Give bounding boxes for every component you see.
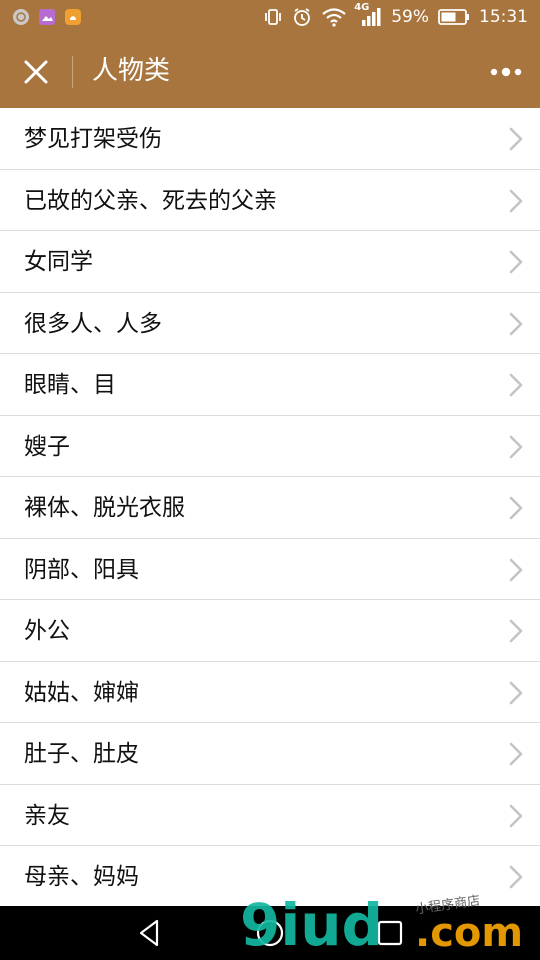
status-app-icons bbox=[12, 8, 82, 26]
list-item-label: 眼睛、目 bbox=[24, 372, 116, 398]
list-item[interactable]: 亲友 bbox=[0, 785, 540, 846]
list-item[interactable]: 嫂子 bbox=[0, 416, 540, 477]
list-item-label: 嫂子 bbox=[24, 433, 70, 460]
signal-indicator: 4G bbox=[354, 2, 382, 28]
page-title: 人物类 bbox=[92, 56, 171, 86]
list-item[interactable]: 裸体、脱光衣服 bbox=[0, 477, 540, 539]
chevron-right-icon bbox=[509, 127, 523, 151]
app-icon-gray bbox=[13, 9, 29, 25]
list-item[interactable]: 已故的父亲、死去的父亲 bbox=[0, 170, 540, 231]
list-item-label: 女同学 bbox=[24, 249, 93, 275]
list-item-label: 很多人、人多 bbox=[24, 310, 162, 337]
alarm-icon bbox=[294, 8, 311, 26]
list-item[interactable]: 眼睛、目 bbox=[0, 354, 540, 416]
chevron-right-icon bbox=[509, 804, 523, 827]
vibrate-icon bbox=[265, 9, 282, 25]
list-item[interactable]: 女同学 bbox=[0, 231, 540, 293]
list-item-label: 母亲、妈妈 bbox=[24, 864, 139, 890]
header-divider bbox=[72, 56, 73, 88]
battery-percent: 59% bbox=[391, 7, 429, 27]
category-list: 梦见打架受伤 已故的父亲、死去的父亲 女同学 很多人、人多 眼睛、目 嫂子 裸体… bbox=[0, 108, 540, 906]
list-item-label: 姑姑、婶婶 bbox=[24, 679, 139, 706]
wifi-icon bbox=[322, 8, 346, 27]
home-key-icon[interactable] bbox=[253, 916, 287, 950]
list-item[interactable]: 梦见打架受伤 bbox=[0, 108, 540, 170]
system-navigation-bar bbox=[0, 906, 540, 960]
top-bar: 4G 59% 15:31 人物类 bbox=[0, 0, 540, 108]
chevron-right-icon bbox=[509, 865, 523, 889]
list-item[interactable]: 母亲、妈妈 bbox=[0, 846, 540, 906]
app-icon-orange bbox=[65, 9, 81, 25]
back-key-icon[interactable] bbox=[133, 916, 167, 950]
chevron-right-icon bbox=[509, 619, 523, 643]
list-item[interactable]: 阴部、阳具 bbox=[0, 539, 540, 600]
recents-key-icon[interactable] bbox=[373, 916, 407, 950]
chevron-right-icon bbox=[509, 742, 523, 766]
chevron-right-icon bbox=[509, 250, 523, 274]
more-options-icon[interactable] bbox=[486, 58, 526, 86]
network-type: 4G bbox=[354, 2, 370, 13]
list-item[interactable]: 肚子、肚皮 bbox=[0, 723, 540, 785]
gallery-icon bbox=[39, 9, 55, 25]
chevron-right-icon bbox=[509, 373, 523, 397]
list-item-label: 已故的父亲、死去的父亲 bbox=[24, 187, 277, 214]
battery-icon bbox=[438, 9, 469, 25]
list-item-label: 外公 bbox=[24, 618, 70, 644]
clock: 15:31 bbox=[479, 7, 528, 27]
close-icon[interactable] bbox=[18, 54, 54, 90]
status-indicators: 4G 59% 15:31 bbox=[263, 2, 528, 28]
chevron-right-icon bbox=[509, 189, 523, 212]
list-item-label: 梦见打架受伤 bbox=[24, 126, 162, 152]
list-item[interactable]: 姑姑、婶婶 bbox=[0, 662, 540, 723]
list-item-label: 肚子、肚皮 bbox=[24, 741, 139, 767]
status-bar: 4G 59% 15:31 bbox=[0, 0, 540, 36]
chevron-right-icon bbox=[509, 435, 523, 458]
list-item[interactable]: 外公 bbox=[0, 600, 540, 662]
list-item-label: 亲友 bbox=[24, 802, 70, 829]
navigation-bar: 人物类 bbox=[0, 36, 540, 108]
list-item[interactable]: 很多人、人多 bbox=[0, 293, 540, 354]
chevron-right-icon bbox=[509, 312, 523, 335]
list-item-label: 裸体、脱光衣服 bbox=[24, 495, 185, 521]
chevron-right-icon bbox=[509, 558, 523, 581]
chevron-right-icon bbox=[509, 681, 523, 704]
chevron-right-icon bbox=[509, 496, 523, 520]
list-item-label: 阴部、阳具 bbox=[24, 556, 139, 583]
